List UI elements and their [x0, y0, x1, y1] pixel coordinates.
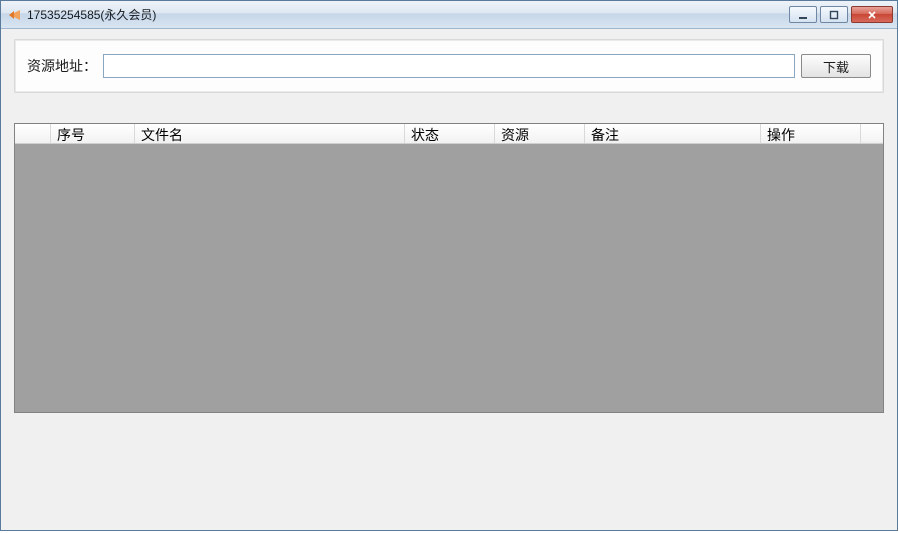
app-window: 17535254585(永久会员) 资源地址： 下载 序号文件名状态资源 [0, 0, 898, 531]
url-panel: 资源地址： 下载 [14, 39, 884, 93]
minimize-button[interactable] [789, 6, 817, 23]
app-icon [7, 7, 23, 23]
client-area: 资源地址： 下载 序号文件名状态资源备注操作 [2, 29, 896, 529]
table-header: 序号文件名状态资源备注操作 [15, 124, 883, 144]
url-input[interactable] [103, 54, 795, 78]
maximize-button[interactable] [820, 6, 848, 23]
table-column-header[interactable] [15, 124, 51, 143]
titlebar[interactable]: 17535254585(永久会员) [1, 1, 897, 29]
window-title: 17535254585(永久会员) [27, 6, 156, 23]
download-button[interactable]: 下载 [801, 54, 871, 78]
url-label: 资源地址： [27, 56, 97, 76]
table-column-header[interactable]: 操作 [761, 124, 861, 143]
table-column-header[interactable]: 序号 [51, 124, 135, 143]
table-column-header[interactable]: 文件名 [135, 124, 405, 143]
close-button[interactable] [851, 6, 893, 23]
table-column-header[interactable]: 状态 [405, 124, 495, 143]
downloads-table: 序号文件名状态资源备注操作 [14, 123, 884, 413]
window-controls [789, 6, 893, 23]
table-body[interactable] [15, 144, 883, 412]
table-column-header[interactable]: 资源 [495, 124, 585, 143]
table-column-header[interactable]: 备注 [585, 124, 761, 143]
